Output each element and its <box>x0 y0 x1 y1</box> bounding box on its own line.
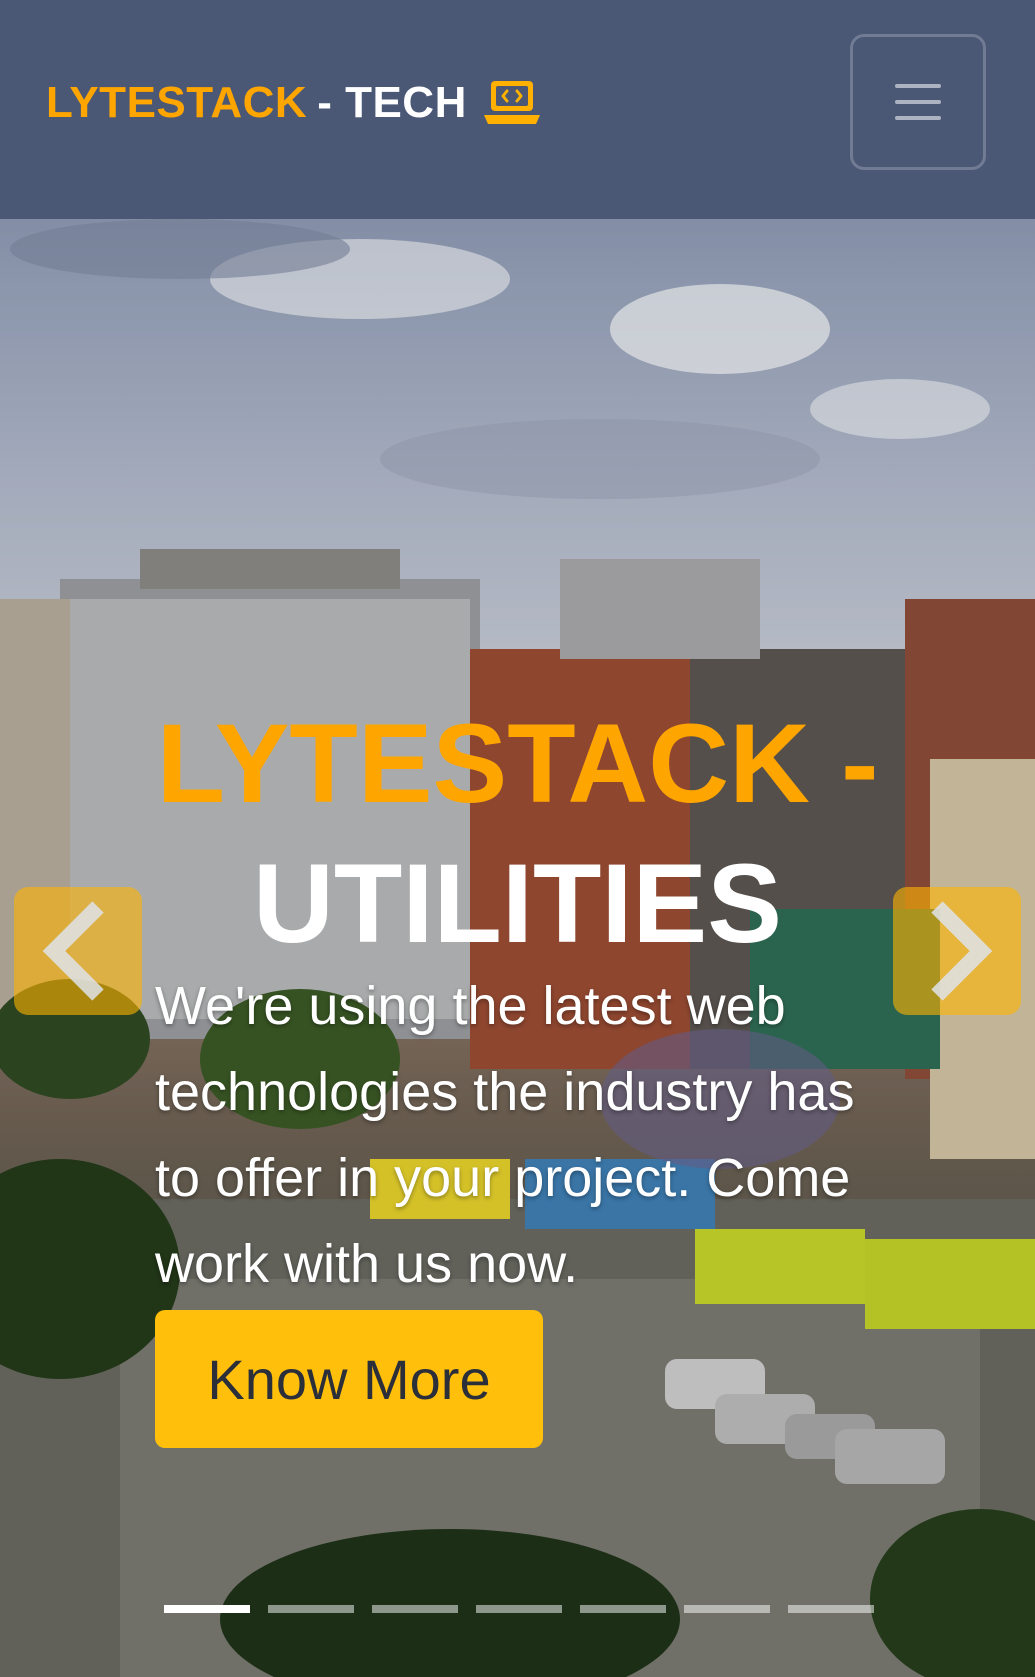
hero-description: We're using the latest web technologies … <box>155 976 855 1294</box>
brand-primary: LYTESTACK <box>46 78 308 127</box>
carousel-indicator[interactable] <box>788 1605 874 1613</box>
hero-carousel: LYTESTACK - UTILITIES We're using the la… <box>0 219 1035 1677</box>
carousel-indicator[interactable] <box>684 1605 770 1613</box>
hero-title: LYTESTACK - UTILITIES <box>0 694 1035 974</box>
carousel-indicators <box>164 1605 874 1613</box>
hero-title-primary: LYTESTACK - <box>156 701 879 827</box>
know-more-button[interactable]: Know More <box>155 1310 543 1448</box>
carousel-indicator[interactable] <box>268 1605 354 1613</box>
carousel-indicator[interactable] <box>164 1605 250 1613</box>
hamburger-menu-icon <box>895 84 941 120</box>
carousel-indicator[interactable] <box>580 1605 666 1613</box>
brand-logo-link[interactable]: LYTESTACK - TECH <box>46 72 541 134</box>
navbar: LYTESTACK - TECH <box>0 0 1035 219</box>
hero-title-secondary: UTILITIES <box>253 841 782 967</box>
carousel-indicator[interactable] <box>476 1605 562 1613</box>
navbar-toggler-button[interactable] <box>850 34 986 170</box>
brand-secondary: - TECH <box>317 78 467 127</box>
carousel-indicator[interactable] <box>372 1605 458 1613</box>
laptop-code-icon <box>483 81 540 124</box>
